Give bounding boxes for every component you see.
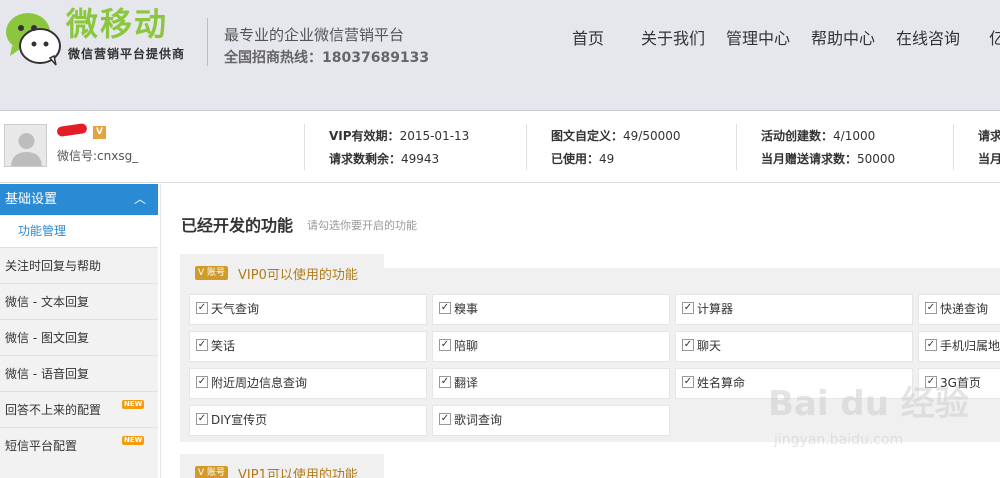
feature-name-fortune[interactable]: ✓ 姓名算命 [675, 368, 913, 399]
page-hint: 请勾选你要开启的功能 [307, 219, 417, 232]
stat-custom-articles: 图文自定义：49/50000 [551, 129, 681, 143]
feature-jokes[interactable]: ✓ 笑话 [189, 331, 427, 362]
checkbox-checked-icon[interactable]: ✓ [196, 301, 208, 314]
nav-admin-center[interactable]: 管理中心 [726, 25, 811, 49]
hotline: 全国招商热线：18037689133 [224, 50, 430, 66]
sidebar-item-sms-config[interactable]: 短信平台配置 NEW [0, 427, 158, 463]
page-title: 已经开发的功能 [181, 216, 294, 235]
checkbox-checked-icon[interactable]: ✓ [682, 301, 694, 314]
feature-phone-location[interactable]: ✓ 手机归属地 [918, 331, 1000, 362]
sidebar: 基础设置 ︿ 功能管理 关注时回复与帮助 微信 - 文本回复 微信 - 图文回复… [0, 184, 158, 478]
feature-companion-chat[interactable]: ✓ 陪聊 [432, 331, 670, 362]
checkbox-checked-icon[interactable]: ✓ [196, 412, 208, 425]
feature-calculator[interactable]: ✓ 计算器 [675, 294, 913, 325]
feature-jokes-embarrassing[interactable]: ✓ 糗事 [432, 294, 670, 325]
stat-vip-expiry: VIP有效期：2015-01-13 [329, 129, 470, 143]
stat-month-more: 当月 [978, 152, 1000, 166]
stat-activities: 活动创建数：4/1000 [761, 129, 876, 143]
nav-about[interactable]: 关于我们 [641, 25, 726, 49]
sidebar-item-text-reply[interactable]: 微信 - 文本回复 [0, 283, 158, 319]
main-nav: 首页 关于我们 管理中心 帮助中心 在线咨询 亿 [572, 25, 1000, 49]
checkbox-checked-icon[interactable]: ✓ [925, 301, 937, 314]
site-header: 微移动 微信营销平台提供商 最专业的企业微信营销平台 全国招商热线：180376… [0, 0, 1000, 111]
feature-chat[interactable]: ✓ 聊天 [675, 331, 913, 362]
checkbox-checked-icon[interactable]: ✓ [925, 338, 937, 351]
sidebar-section-title: 基础设置 [5, 192, 58, 207]
avatar[interactable] [4, 124, 47, 167]
vip-badge: V 账号 [195, 466, 229, 478]
feature-nearby-search[interactable]: ✓ 附近周边信息查询 [189, 368, 427, 399]
slogan: 最专业的企业微信营销平台 [224, 26, 405, 44]
nav-online-consult[interactable]: 在线咨询 [896, 25, 989, 49]
checkbox-checked-icon[interactable]: ✓ [682, 338, 694, 351]
wechat-logo-icon [6, 13, 61, 66]
account-info-bar: ~ V 微信号:cnxsg_ VIP有效期：2015-01-13 请求数剩余：4… [0, 112, 1000, 183]
chevron-up-icon[interactable]: ︿ [134, 184, 146, 215]
feature-express[interactable]: ✓ 快递查询 [918, 294, 1000, 325]
stat-divider [736, 124, 737, 170]
new-badge: NEW [122, 436, 145, 445]
sidebar-item-image-text-reply[interactable]: 微信 - 图文回复 [0, 319, 158, 355]
header-divider [207, 18, 208, 66]
main-content: 已经开发的功能 请勾选你要开启的功能 V 账号 VIP0可以使用的功能 ✓ 天气查… [160, 184, 1000, 478]
checkbox-checked-icon[interactable]: ✓ [682, 375, 694, 388]
checkbox-checked-icon[interactable]: ✓ [439, 375, 451, 388]
vip-level-icon: V [93, 126, 106, 139]
nav-more[interactable]: 亿 [989, 25, 1000, 49]
feature-translate[interactable]: ✓ 翻译 [432, 368, 670, 399]
logo-title[interactable]: 微移动 [66, 4, 168, 44]
feature-3g-homepage[interactable]: ✓ 3G首页 [918, 368, 1000, 399]
checkbox-checked-icon[interactable]: ✓ [196, 375, 208, 388]
stat-monthly-gift: 当月赠送请求数：50000 [761, 152, 896, 166]
checkbox-checked-icon[interactable]: ✓ [196, 338, 208, 351]
username: ~ [56, 122, 88, 138]
sidebar-section-basic-settings[interactable]: 基础设置 ︿ [0, 184, 158, 215]
stat-divider [526, 124, 527, 170]
vip1-section-title: VIP1可以使用的功能 [238, 468, 358, 478]
nav-home[interactable]: 首页 [572, 25, 641, 49]
logo-subtitle: 微信营销平台提供商 [68, 47, 186, 61]
feature-weather[interactable]: ✓ 天气查询 [189, 294, 427, 325]
wechat-id: 微信号:cnxsg_ [57, 149, 139, 163]
stat-divider [304, 124, 305, 170]
checkbox-checked-icon[interactable]: ✓ [925, 375, 937, 388]
default-user-icon [5, 125, 46, 166]
checkbox-checked-icon[interactable]: ✓ [439, 338, 451, 351]
feature-lyrics[interactable]: ✓ 歌词查询 [432, 405, 670, 436]
checkbox-checked-icon[interactable]: ✓ [439, 301, 451, 314]
nav-help-center[interactable]: 帮助中心 [811, 25, 896, 49]
stat-divider [953, 124, 954, 170]
vip0-section-title: VIP0可以使用的功能 [238, 268, 358, 283]
stat-used: 已使用：49 [551, 152, 615, 166]
stat-request-more: 请求 [978, 129, 1000, 143]
sidebar-item-fallback-config[interactable]: 回答不上来的配置 NEW [0, 391, 158, 427]
sidebar-item-follow-reply[interactable]: 关注时回复与帮助 [0, 247, 158, 283]
checkbox-checked-icon[interactable]: ✓ [439, 412, 451, 425]
sidebar-item-function-management[interactable]: 功能管理 [0, 215, 158, 247]
stat-requests-left: 请求数剩余：49943 [329, 152, 440, 166]
sidebar-item-voice-reply[interactable]: 微信 - 语音回复 [0, 355, 158, 391]
feature-diy-promo[interactable]: ✓ DIY宣传页 [189, 405, 427, 436]
vip-badge: V 账号 [195, 266, 229, 280]
new-badge: NEW [122, 400, 145, 409]
